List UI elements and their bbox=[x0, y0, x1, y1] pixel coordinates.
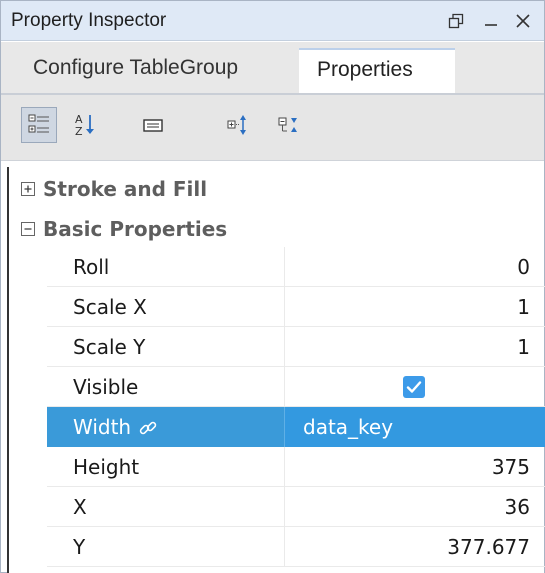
property-value[interactable]: 36 bbox=[284, 487, 545, 527]
tab-configure-tablegroup[interactable]: Configure TableGroup bbox=[15, 48, 256, 94]
property-value[interactable]: 377.677 bbox=[284, 527, 545, 567]
category-basic-properties[interactable]: Basic Properties bbox=[9, 209, 540, 249]
property-value[interactable]: 375 bbox=[284, 447, 545, 487]
close-button[interactable] bbox=[510, 7, 536, 35]
property-name: Roll bbox=[73, 255, 110, 279]
property-row-scale-x[interactable]: Scale X 1 bbox=[47, 287, 545, 327]
sort-alphabetical-icon: A Z bbox=[73, 112, 97, 138]
property-name: X bbox=[73, 495, 87, 519]
category-label: Basic Properties bbox=[43, 217, 228, 241]
property-name: Height bbox=[73, 455, 140, 479]
property-row-scale-y[interactable]: Scale Y 1 bbox=[47, 327, 545, 367]
category-label: Stroke and Fill bbox=[43, 177, 208, 201]
property-inspector-panel: Property Inspector Configure TableGroup … bbox=[0, 0, 545, 573]
property-value[interactable]: data_key bbox=[284, 407, 545, 447]
close-icon bbox=[514, 12, 532, 30]
window-title: Property Inspector bbox=[11, 10, 167, 31]
property-row-y[interactable]: Y 377.677 bbox=[47, 527, 545, 567]
property-name: Scale X bbox=[73, 295, 147, 319]
sort-alphabetical-button[interactable]: A Z bbox=[67, 107, 103, 143]
property-name: Width bbox=[73, 415, 132, 439]
minimize-button[interactable] bbox=[478, 7, 504, 35]
collapse-all-button[interactable] bbox=[271, 107, 307, 143]
float-window-icon bbox=[448, 13, 464, 29]
categorized-view-button[interactable] bbox=[21, 107, 57, 143]
property-row-width[interactable]: Width data_key bbox=[47, 407, 545, 447]
expand-plus-icon[interactable] bbox=[21, 182, 35, 196]
property-name: Scale Y bbox=[73, 335, 146, 359]
property-pages-icon bbox=[141, 113, 165, 137]
visible-checkbox[interactable] bbox=[403, 376, 425, 398]
tab-strip: Configure TableGroup Properties bbox=[1, 42, 544, 94]
float-window-button[interactable] bbox=[443, 7, 469, 35]
svg-text:Z: Z bbox=[75, 125, 83, 138]
expand-all-button[interactable] bbox=[220, 107, 256, 143]
collapse-minus-icon[interactable] bbox=[21, 222, 35, 236]
property-row-x[interactable]: X 36 bbox=[47, 487, 545, 527]
property-value[interactable]: 1 bbox=[284, 287, 545, 327]
property-row-roll[interactable]: Roll 0 bbox=[47, 247, 545, 287]
property-row-height[interactable]: Height 375 bbox=[47, 447, 545, 487]
minimize-icon bbox=[483, 13, 499, 29]
property-value[interactable]: 1 bbox=[284, 327, 545, 367]
property-row-visible[interactable]: Visible bbox=[47, 367, 545, 407]
expand-all-icon bbox=[226, 113, 250, 137]
toolbar: A Z bbox=[1, 95, 544, 161]
property-value-cell bbox=[284, 367, 545, 407]
collapse-all-icon bbox=[277, 113, 301, 137]
property-value[interactable]: 0 bbox=[284, 247, 545, 287]
property-grid: Stroke and Fill Basic Properties Roll 0 … bbox=[7, 167, 545, 573]
property-name: Visible bbox=[73, 375, 139, 399]
property-pages-button[interactable] bbox=[135, 107, 171, 143]
link-icon[interactable] bbox=[138, 418, 158, 443]
category-stroke-and-fill[interactable]: Stroke and Fill bbox=[9, 169, 540, 209]
categorized-view-icon bbox=[27, 113, 51, 137]
checkmark-icon bbox=[403, 376, 425, 398]
title-bar[interactable]: Property Inspector bbox=[1, 1, 544, 41]
property-name: Y bbox=[73, 535, 86, 559]
tab-properties[interactable]: Properties bbox=[299, 48, 455, 94]
